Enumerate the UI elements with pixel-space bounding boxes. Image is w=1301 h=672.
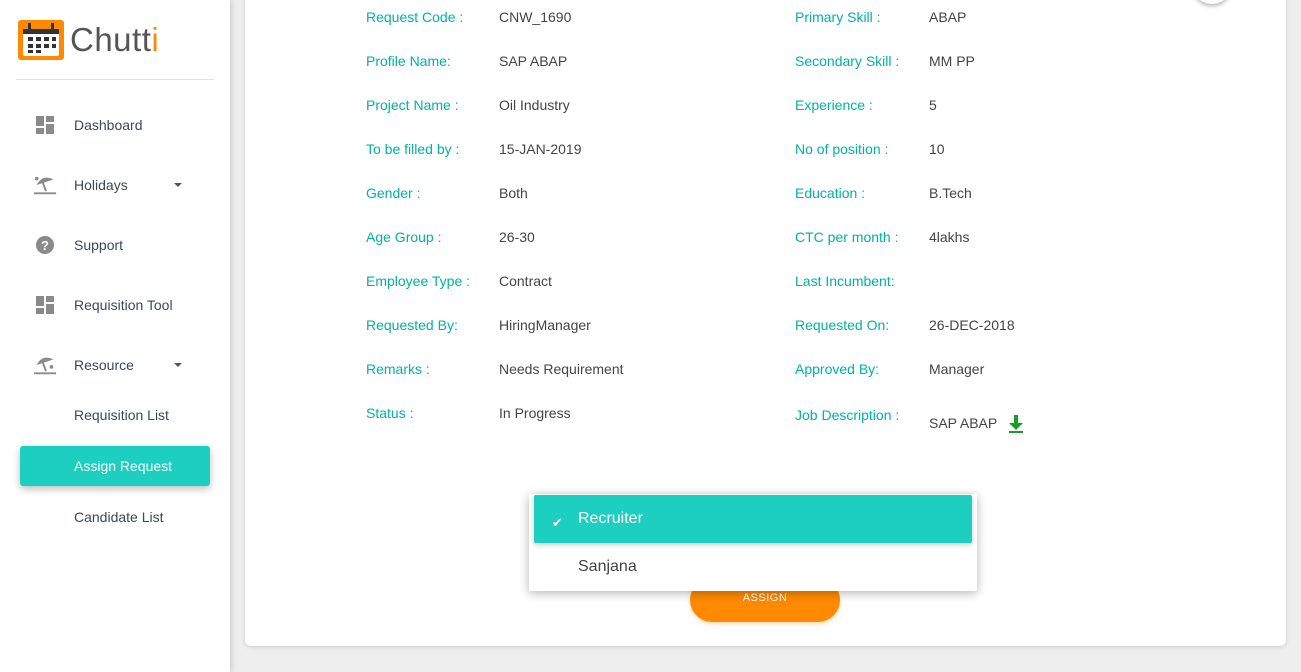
help-icon: ? (33, 233, 57, 257)
sidebar-item-label: Support (74, 237, 124, 253)
sidebar-item-dashboard[interactable]: Dashboard (0, 105, 230, 145)
sidebar-item-label: Requisition Tool (74, 297, 173, 313)
remarks-value: Needs Requirement (499, 361, 624, 377)
dropdown-option-label: Recruiter (578, 510, 643, 527)
secondary-skill-label: Secondary Skill : (795, 53, 900, 69)
fill-by-label: To be filled by : (366, 141, 460, 157)
dashboard-icon (33, 293, 57, 317)
sidebar-item-label: Dashboard (74, 117, 143, 133)
dashboard-icon (33, 113, 57, 137)
status-label: Status : (366, 405, 414, 421)
positions-value: 10 (929, 141, 945, 157)
remarks-label: Remarks : (366, 361, 430, 377)
download-icon[interactable] (1005, 413, 1027, 435)
sidebar-item-requisition-tool[interactable]: Requisition Tool (0, 285, 230, 325)
beach-icon (33, 173, 57, 197)
experience-label: Experience : (795, 97, 873, 113)
beach-icon (33, 353, 57, 377)
sidebar-subitem-requisition-list[interactable]: Requisition List (20, 395, 210, 435)
check-icon: ✔ (552, 515, 563, 530)
fill-by-value: 15-JAN-2019 (499, 141, 582, 157)
sidebar-item-resource[interactable]: Resource (0, 345, 230, 385)
education-value: B.Tech (929, 185, 972, 201)
requested-by-label: Requested By: (366, 317, 458, 333)
job-description-value: SAP ABAP (929, 415, 998, 431)
requested-by-value: HiringManager (499, 317, 591, 333)
employee-type-label: Employee Type : (366, 273, 471, 289)
dropdown-option-sanjana[interactable]: Sanjana (534, 543, 972, 591)
job-description-label: Job Description : (795, 407, 900, 423)
project-name-label: Project Name : (366, 97, 459, 113)
sidebar-subitem-assign-request[interactable]: Assign Request (20, 446, 210, 486)
profile-name-label: Profile Name: (366, 53, 451, 69)
positions-label: No of position : (795, 141, 889, 157)
status-value: In Progress (499, 405, 571, 421)
dropdown-option-label: Sanjana (578, 558, 637, 575)
recruiter-dropdown-menu[interactable]: ✔ Recruiter Sanjana (529, 494, 977, 591)
ctc-value: 4lakhs (929, 229, 970, 245)
approved-by-label: Approved By: (795, 361, 880, 377)
calendar-logo-icon (18, 20, 64, 60)
employee-type-value: Contract (499, 273, 552, 289)
sidebar-item-holidays[interactable]: Holidays (0, 165, 230, 205)
ctc-label: CTC per month : (795, 229, 899, 245)
sidebar-subitem-label: Candidate List (74, 509, 164, 525)
requested-on-value: 26-DEC-2018 (929, 317, 1015, 333)
education-label: Education : (795, 185, 866, 201)
app-logo[interactable]: Chutti (18, 20, 159, 60)
primary-skill-value: ABAP (929, 9, 967, 25)
last-incumbent-label: Last Incumbent: (795, 273, 895, 289)
requested-on-label: Requested On: (795, 317, 890, 333)
app-logo-text: Chutti (70, 21, 160, 58)
project-name-value: Oil Industry (499, 97, 570, 113)
dropdown-option-recruiter[interactable]: ✔ Recruiter (534, 495, 972, 543)
gender-value: Both (499, 185, 528, 201)
approved-by-value: Manager (929, 361, 985, 377)
sidebar-item-support[interactable]: ? Support (0, 225, 230, 265)
sidebar: Chutti Dashboard Holidays ? Support Requ… (0, 0, 230, 672)
age-group-value: 26-30 (499, 229, 535, 245)
secondary-skill-value: MM PP (929, 53, 975, 69)
gender-label: Gender : (366, 185, 421, 201)
profile-name-value: SAP ABAP (499, 53, 568, 69)
logo-divider (16, 79, 214, 80)
experience-value: 5 (929, 97, 937, 113)
sidebar-item-label: Holidays (74, 177, 128, 193)
caret-down-icon (174, 183, 182, 187)
caret-down-icon (174, 363, 182, 367)
primary-skill-label: Primary Skill : (795, 9, 881, 25)
sidebar-subitem-label: Assign Request (74, 458, 173, 474)
sidebar-subitem-candidate-list[interactable]: Candidate List (20, 497, 210, 537)
sidebar-subitem-label: Requisition List (74, 407, 169, 423)
request-code-value: CNW_1690 (499, 9, 572, 25)
sidebar-item-label: Resource (74, 357, 134, 373)
svg-text:?: ? (41, 238, 49, 253)
age-group-label: Age Group : (366, 229, 442, 245)
request-code-label: Request Code : (366, 9, 464, 25)
